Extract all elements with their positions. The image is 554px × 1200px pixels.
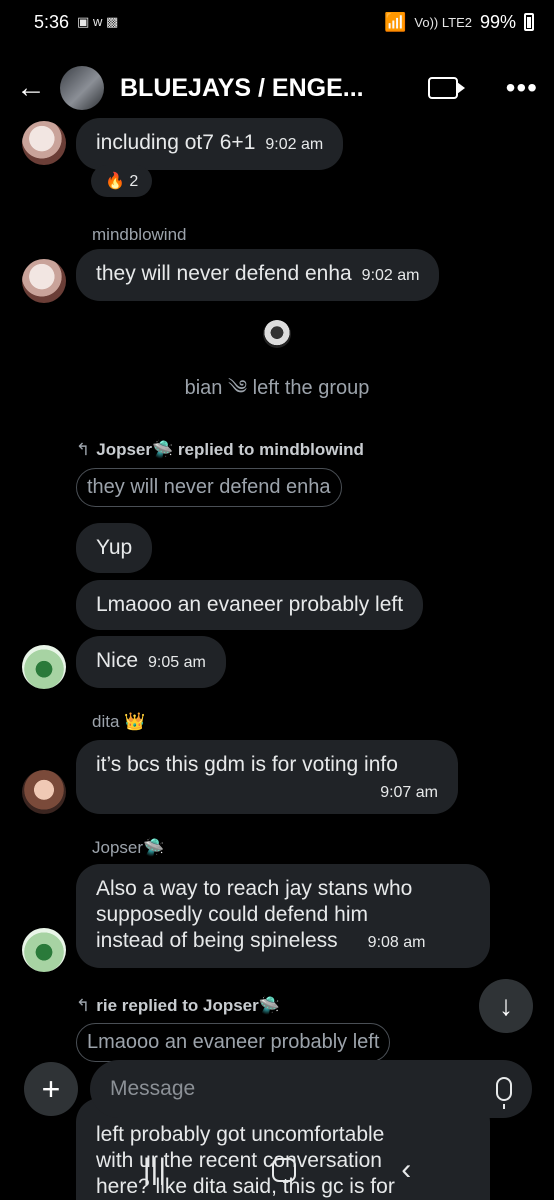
nav-back-icon[interactable]: ‹ — [401, 1153, 411, 1187]
avatar[interactable] — [22, 121, 66, 165]
message-time: 9:02 am — [265, 136, 324, 153]
message-time: 9:08 am — [367, 934, 426, 951]
system-message: bian ༄ left the group — [184, 377, 370, 399]
back-arrow-icon[interactable]: ← — [16, 71, 60, 105]
home-icon[interactable] — [271, 1158, 296, 1182]
video-call-icon[interactable] — [427, 77, 465, 99]
message-bubble[interactable]: Yup — [76, 523, 153, 573]
system-nav-bar: ||| ‹ — [0, 1140, 554, 1200]
reply-arrow-icon: ↰ — [76, 440, 91, 459]
battery-icon — [524, 13, 534, 31]
recents-icon[interactable]: ||| — [143, 1153, 166, 1187]
message-time: 9:07 am — [380, 784, 438, 801]
status-bar: 5:36 ▣ w ▩ 📶 Vo)) LTE2 99% — [0, 0, 554, 44]
message-text: including ot7 6+1 — [96, 131, 256, 154]
group-avatar[interactable] — [60, 66, 104, 110]
reply-header: ↰ Jopser🛸 replied to mindblowind — [76, 440, 364, 459]
notification-icons: ▣ w ▩ — [77, 14, 119, 29]
message-bubble[interactable]: they will never defend enha 9:02 am — [76, 249, 440, 301]
sender-name: mindblowind — [92, 225, 187, 244]
sender-name: Jopser🛸 — [92, 838, 165, 857]
quoted-message[interactable]: they will never defend enha — [76, 468, 342, 507]
avatar[interactable] — [22, 259, 66, 303]
message-line: instead of being spineless — [96, 929, 338, 952]
avatar[interactable] — [22, 928, 66, 972]
message-time: 9:02 am — [361, 267, 420, 284]
status-time: 5:36 — [34, 11, 70, 32]
plus-icon[interactable]: + — [24, 1062, 78, 1116]
message-text: Nice — [96, 649, 139, 672]
message-bubble[interactable]: Nice 9:05 am — [76, 636, 226, 688]
reaction-count: 2 — [129, 173, 139, 190]
battery-percent: 99% — [479, 11, 516, 32]
message-text: Yup — [96, 536, 133, 559]
reply-header: ↰ rie replied to Jopser🛸 — [76, 996, 280, 1015]
sender-name: dita 👑 — [92, 712, 146, 731]
quoted-message[interactable]: Lmaooo an evaneer probably left — [76, 1023, 391, 1062]
reaction-badge[interactable]: 🔥 2 — [91, 165, 153, 197]
message-bubble[interactable]: including ot7 6+1 9:02 am — [76, 118, 344, 170]
message-time: 9:05 am — [148, 654, 206, 671]
more-options-icon[interactable]: ••• — [506, 72, 538, 104]
network-label: Vo)) LTE2 — [414, 14, 472, 30]
message-text: it’s bcs this gdm is for voting info — [96, 753, 398, 776]
message-text: they will never defend enha — [96, 262, 352, 285]
chat-title[interactable]: BLUEJAYS / ENGE... — [120, 74, 428, 103]
message-bubble[interactable]: Lmaooo an evaneer probably left — [76, 580, 424, 630]
reply-arrow-icon: ↰ — [76, 996, 91, 1015]
message-bubble[interactable]: Also a way to reach jay stans who suppos… — [76, 864, 490, 968]
message-line: Also a way to reach jay stans who — [96, 877, 413, 900]
fire-emoji-icon: 🔥 — [105, 173, 125, 190]
avatar[interactable] — [22, 645, 66, 689]
message-input[interactable] — [110, 1077, 496, 1101]
message-bubble[interactable]: it’s bcs this gdm is for voting info 9:0… — [76, 740, 458, 814]
message-text: Lmaooo an evaneer probably left — [96, 593, 404, 616]
chat-header: ← BLUEJAYS / ENGE... ••• — [0, 56, 554, 120]
message-composer — [90, 1060, 532, 1118]
avatar — [263, 320, 291, 348]
avatar[interactable] — [22, 770, 66, 814]
wifi-icon: 📶 — [383, 11, 407, 32]
microphone-icon[interactable] — [496, 1077, 512, 1109]
message-line: supposedly could defend him — [96, 903, 369, 926]
arrow-down-icon[interactable]: ↓ — [479, 979, 533, 1033]
